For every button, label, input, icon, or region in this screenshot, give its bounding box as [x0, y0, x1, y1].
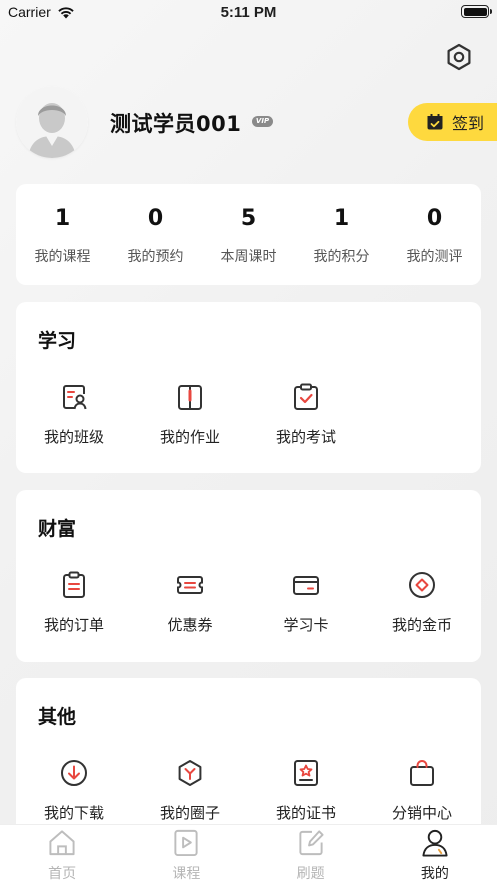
menu-item-label: 我的考试 [275, 428, 336, 446]
circle-icon [178, 760, 202, 786]
menu-item-label: 我的订单 [43, 616, 104, 634]
menu-item-label: 我的班级 [43, 428, 104, 446]
menu-item-my-class[interactable]: 我的班级 [16, 382, 132, 447]
menu-item-my-orders[interactable]: 我的订单 [16, 570, 132, 635]
settings-icon[interactable] [444, 42, 474, 72]
tab-bar: 首页 课程 刷题 我的 [0, 824, 497, 883]
menu-item-label: 我的证书 [275, 804, 336, 822]
vip-badge: VIP [252, 116, 273, 127]
stat-label: 我的测评 [406, 249, 463, 265]
tab-label: 我的 [420, 866, 449, 882]
tab-profile[interactable]: 我的 [373, 825, 497, 883]
menu-item-study-card[interactable]: 学习卡 [248, 570, 364, 635]
status-time: 5:11 PM [220, 4, 277, 21]
stat-my-courses[interactable]: 1 我的课程 [16, 184, 109, 285]
checkin-button[interactable]: 签到 [408, 103, 497, 141]
user-name: 测试学员001 [110, 112, 242, 136]
study-card-icon [293, 576, 319, 595]
menu-item-label: 优惠券 [167, 616, 213, 634]
stats-card: 1 我的课程 0 我的预约 5 本周课时 1 我的积分 0 我的测评 [16, 184, 481, 285]
stat-my-points[interactable]: 1 我的积分 [295, 184, 388, 285]
practice-icon [299, 830, 324, 856]
stat-value: 0 [147, 206, 164, 231]
wealth-section: 财富 我的订单 优惠券 学习卡 我的金币 [16, 490, 481, 662]
menu-item-my-certificates[interactable]: 我的证书 [248, 758, 364, 823]
menu-item-my-circles[interactable]: 我的圈子 [132, 758, 248, 823]
checkin-label: 签到 [452, 114, 485, 133]
distribution-icon [410, 760, 434, 786]
stat-label: 本周课时 [220, 249, 277, 265]
profile-icon [422, 829, 448, 857]
study-section: 学习 我的班级 我的作业 我的考试 [16, 302, 481, 473]
stat-value: 5 [240, 206, 257, 231]
menu-item-my-homework[interactable]: 我的作业 [132, 382, 248, 447]
section-title: 财富 [38, 518, 77, 540]
tab-home[interactable]: 首页 [0, 825, 124, 883]
menu-item-label: 我的圈子 [159, 804, 220, 822]
tab-label: 首页 [48, 866, 77, 882]
download-icon [61, 760, 87, 786]
default-user-icon [16, 86, 88, 158]
status-bar: Carrier 5:11 PM [0, 0, 497, 26]
menu-item-label: 我的作业 [159, 428, 220, 446]
course-icon [174, 829, 198, 857]
menu-item-label: 分销中心 [391, 804, 452, 822]
tab-label: 刷题 [296, 866, 325, 882]
menu-item-label: 我的金币 [391, 616, 452, 634]
stat-label: 我的积分 [313, 249, 370, 265]
stat-value: 0 [426, 206, 443, 231]
menu-item-my-exam[interactable]: 我的考试 [248, 382, 364, 447]
stat-label: 我的课程 [34, 249, 91, 265]
section-title: 其他 [38, 706, 77, 728]
tab-courses[interactable]: 课程 [124, 825, 248, 883]
home-icon [49, 830, 75, 856]
coin-icon [409, 572, 435, 598]
menu-item-coupons[interactable]: 优惠券 [132, 570, 248, 635]
tab-label: 课程 [172, 866, 201, 882]
tab-practice[interactable]: 刷题 [249, 825, 373, 883]
section-title: 学习 [38, 330, 77, 352]
battery-icon [461, 5, 492, 18]
homework-icon [178, 385, 202, 410]
exam-icon [294, 383, 318, 410]
stat-my-appointments[interactable]: 0 我的预约 [109, 184, 202, 285]
order-icon [63, 571, 85, 598]
stat-weekly-hours[interactable]: 5 本周课时 [202, 184, 295, 285]
avatar[interactable] [16, 86, 88, 158]
menu-item-distribution-center[interactable]: 分销中心 [364, 758, 480, 823]
menu-item-label: 我的下载 [43, 804, 104, 822]
coupon-icon [177, 576, 203, 594]
menu-item-my-coins[interactable]: 我的金币 [364, 570, 480, 635]
menu-item-my-downloads[interactable]: 我的下载 [16, 758, 132, 823]
menu-item-label: 学习卡 [283, 616, 329, 634]
stat-my-assessments[interactable]: 0 我的测评 [388, 184, 481, 285]
stat-value: 1 [54, 206, 71, 231]
certificate-icon [294, 760, 318, 786]
calendar-check-icon [427, 114, 443, 130]
stat-value: 1 [333, 206, 350, 231]
stat-label: 我的预约 [127, 249, 184, 265]
class-icon [63, 385, 87, 410]
